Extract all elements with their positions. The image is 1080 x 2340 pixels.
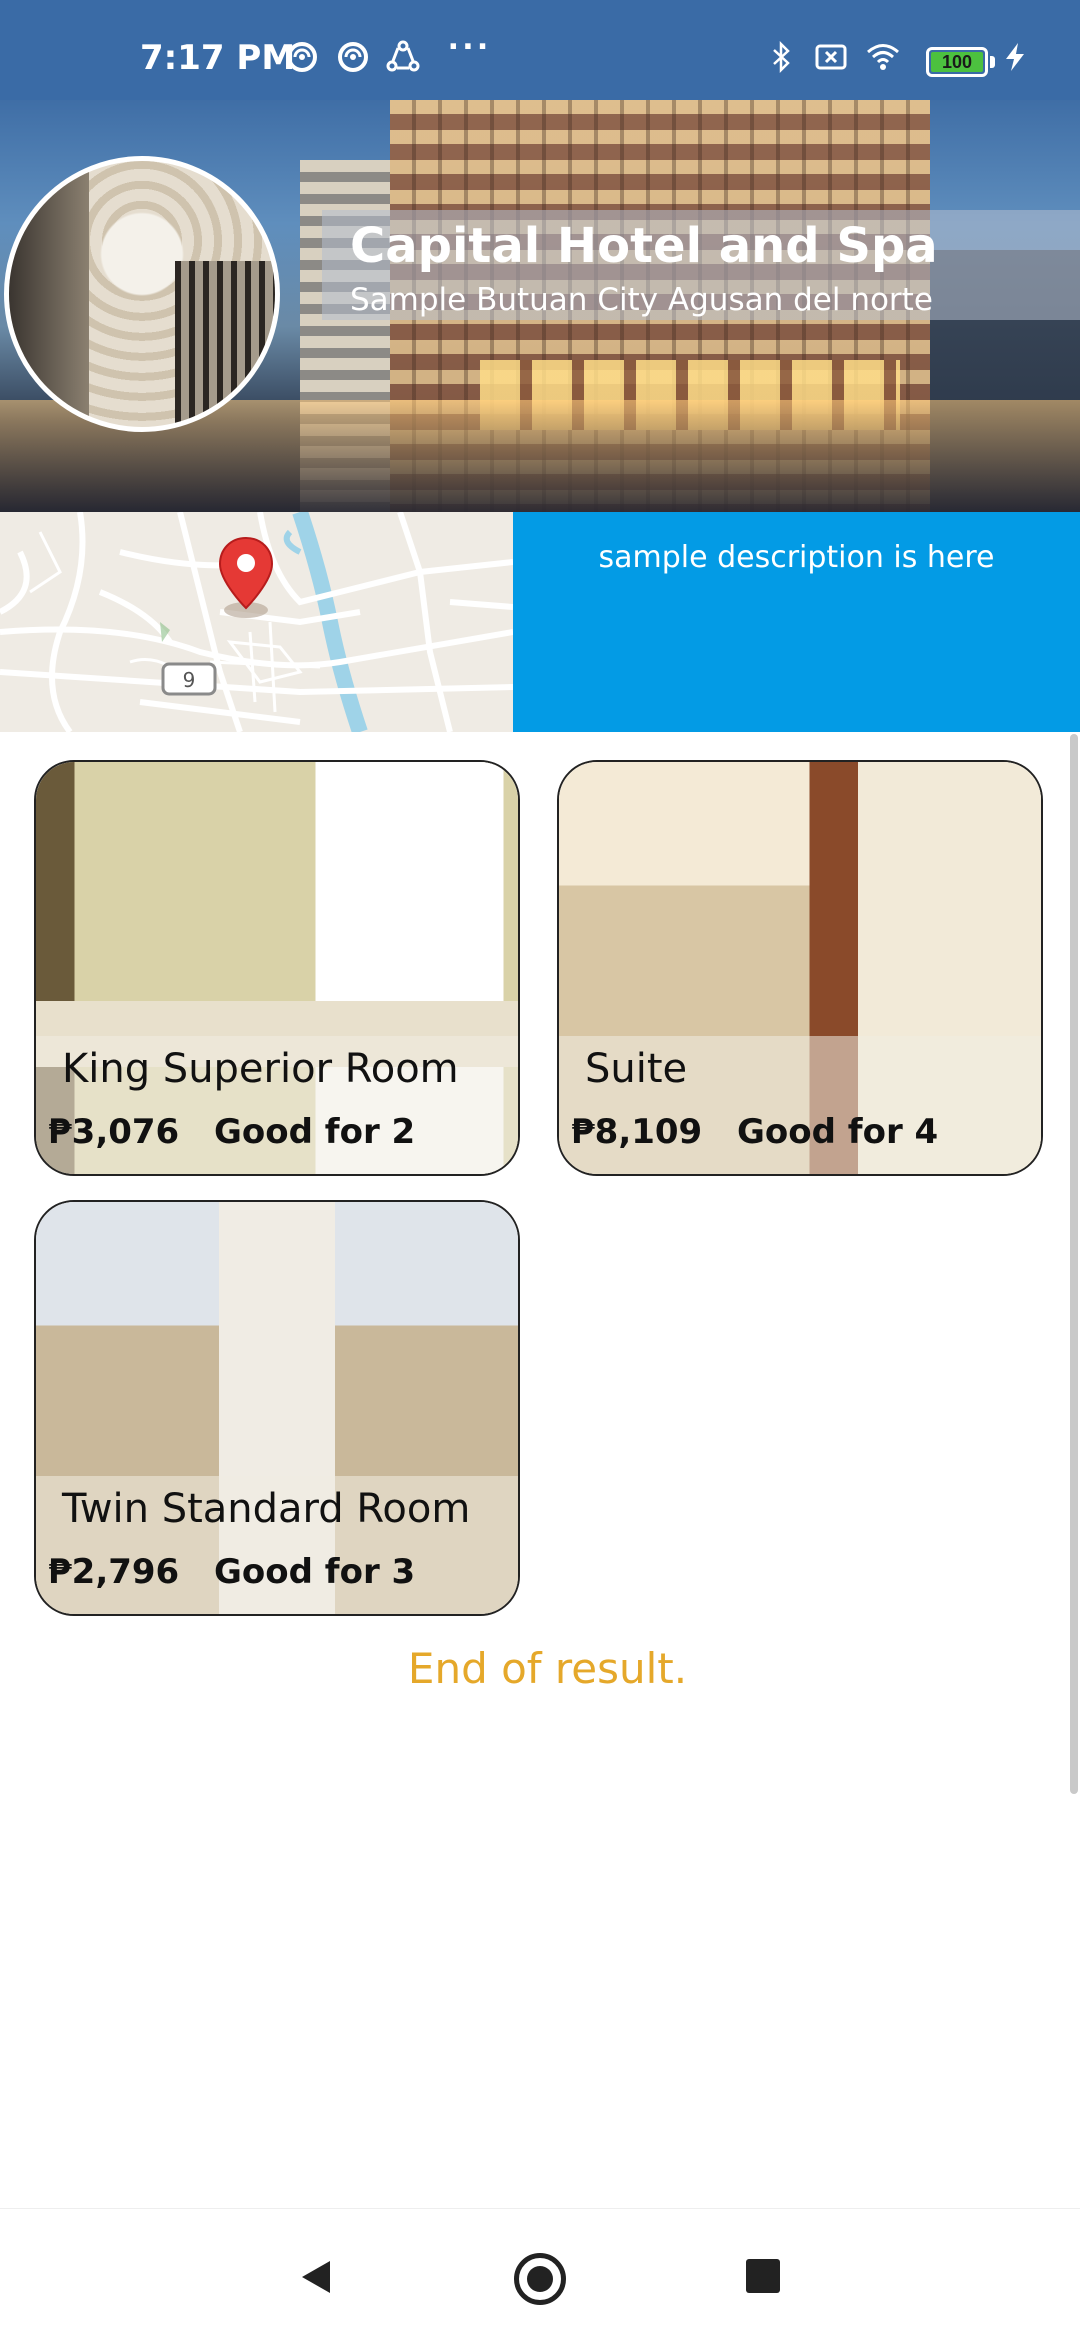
status-time: 7:17 PM xyxy=(140,38,296,78)
battery-tip xyxy=(990,56,995,68)
room-capacity: Good for 2 xyxy=(214,1112,416,1152)
status-bar: 7:17 PM ··· 100 xyxy=(0,0,1080,100)
room-price: ₱3,076 xyxy=(48,1112,180,1152)
room-capacity: Good for 4 xyxy=(737,1112,939,1152)
hotel-avatar xyxy=(4,156,280,432)
hotel-description-box: sample description is here xyxy=(513,512,1080,732)
room-capacity: Good for 3 xyxy=(214,1552,416,1592)
room-card-king-superior[interactable]: King Superior Room ₱3,076 Good for 2 xyxy=(34,760,520,1176)
recents-icon[interactable] xyxy=(746,2259,780,2293)
hotel-description: sample description is here xyxy=(598,540,995,575)
hotel-location-map[interactable]: 9 xyxy=(0,512,513,732)
more-notifications-indicator: ··· xyxy=(448,26,492,68)
system-nav-bar xyxy=(0,2208,1080,2340)
battery-level: 100 xyxy=(941,52,973,72)
end-of-results-text: End of result. xyxy=(407,1644,688,1693)
wifi-icon xyxy=(867,44,899,70)
sync-icon xyxy=(287,42,317,72)
room-price: ₱8,109 xyxy=(571,1112,703,1152)
room-name: Twin Standard Room xyxy=(62,1486,471,1532)
map-road-label: 9 xyxy=(183,668,196,692)
hotel-detail-screen: 7:17 PM ··· 100 Capital Hotel and Spa Sa… xyxy=(0,0,1080,2340)
back-icon[interactable] xyxy=(296,2257,336,2297)
room-name: King Superior Room xyxy=(62,1046,459,1092)
bluetooth-icon xyxy=(773,40,790,74)
no-sim-icon xyxy=(815,44,847,70)
battery-icon: 100 xyxy=(926,47,988,77)
room-card-twin-standard[interactable]: Twin Standard Room ₱2,796 Good for 3 xyxy=(34,1200,520,1616)
map-pin-icon xyxy=(218,536,274,610)
room-card-suite[interactable]: Suite ₱8,109 Good for 4 xyxy=(557,760,1043,1176)
share-icon xyxy=(386,40,420,72)
scrollbar[interactable] xyxy=(1070,734,1078,1794)
hotel-name: Capital Hotel and Spa xyxy=(350,218,938,274)
room-price: ₱2,796 xyxy=(48,1552,180,1592)
charging-icon xyxy=(1006,43,1024,71)
home-icon[interactable] xyxy=(514,2253,566,2305)
room-name: Suite xyxy=(585,1046,688,1092)
hotel-address: Sample Butuan City Agusan del norte xyxy=(350,282,933,318)
sync-icon xyxy=(338,42,368,72)
